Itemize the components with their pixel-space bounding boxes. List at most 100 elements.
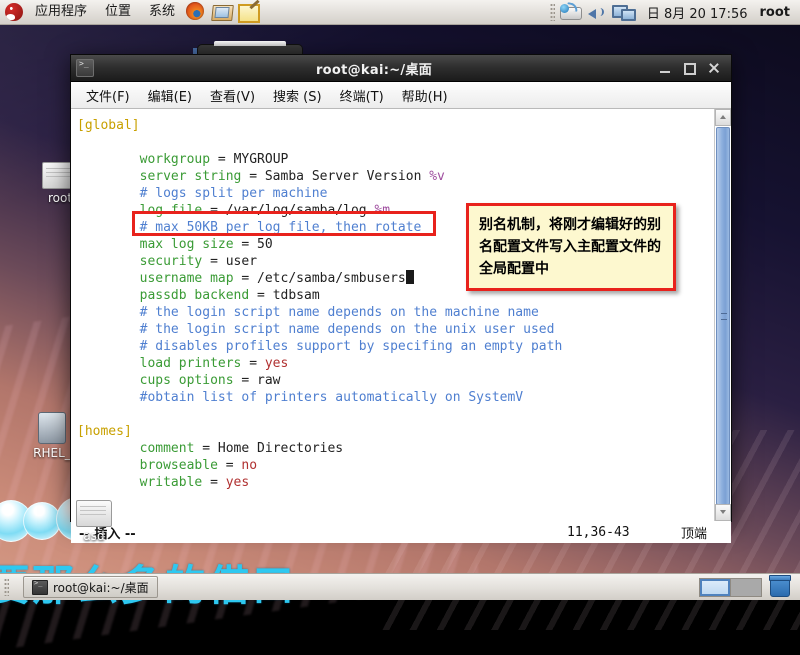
editor-line: # disables profiles support by specifing… — [77, 338, 714, 355]
editor-line — [77, 134, 714, 151]
workspace-switcher[interactable] — [699, 578, 762, 597]
editor-line: cups options = raw — [77, 372, 714, 389]
window-title-bar[interactable]: root@kai:~/桌面 — [71, 55, 731, 82]
menu-search[interactable]: 搜索 (S) — [264, 84, 331, 107]
vim-cursor-position: 11,36-43 — [567, 525, 630, 540]
editor-token: = — [202, 254, 225, 269]
vim-editor-text[interactable]: [global] workgroup = MYGROUP server stri… — [71, 109, 714, 521]
window-title: root@kai:~/桌面 — [94, 59, 654, 78]
editor-token: # disables profiles support by specifing… — [140, 339, 563, 354]
scroll-down-button[interactable] — [715, 504, 731, 521]
scrollbar-thumb[interactable] — [716, 127, 730, 505]
editor-line: workgroup = MYGROUP — [77, 151, 714, 168]
editor-token: = — [218, 458, 241, 473]
trash-icon[interactable] — [770, 577, 790, 597]
menu-places[interactable]: 位置 — [96, 1, 140, 23]
firefox-icon[interactable] — [186, 2, 208, 22]
panel-drag-handle[interactable] — [550, 3, 555, 21]
editor-token: user — [226, 254, 257, 269]
workspace-2[interactable] — [731, 579, 761, 596]
editor-token: /etc/samba/smbusers — [257, 271, 406, 286]
editor-token: # max 50KB per log file, then rotate — [140, 220, 422, 235]
text-cursor — [406, 270, 414, 284]
close-button[interactable] — [708, 63, 719, 74]
desktop-icon-label: root — [48, 191, 72, 205]
menu-bar: 文件(F) 编辑(E) 查看(V) 搜索 (S) 终端(T) 帮助(H) — [71, 82, 731, 109]
editor-line: load printers = yes — [77, 355, 714, 372]
scroll-up-button[interactable] — [715, 109, 731, 126]
user-menu[interactable]: root — [758, 5, 800, 20]
editor-token: log file — [140, 203, 203, 218]
editor-line: [homes] — [77, 423, 714, 440]
editor-token: = — [249, 288, 272, 303]
editor-token: writable — [140, 475, 203, 490]
editor-line — [77, 406, 714, 423]
terminal-icon — [32, 580, 48, 595]
editor-token: tdbsam — [273, 288, 320, 303]
editor-token: Samba Server Version — [265, 169, 429, 184]
editor-token: max log size — [140, 237, 234, 252]
clock[interactable]: 日 8月 20 17:56 — [637, 3, 758, 22]
taskbar-window-button[interactable]: root@kai:~/桌面 — [23, 576, 158, 598]
folder-icon — [76, 500, 112, 527]
annotation-callout: 别名机制，将刚才编辑好的别名配置文件写入主配置文件的全局配置中 — [466, 203, 676, 291]
editor-token: = — [202, 475, 225, 490]
display-icon[interactable] — [612, 2, 636, 22]
editor-token: %m — [374, 203, 390, 218]
taskbar-window-label: root@kai:~/桌面 — [53, 579, 149, 596]
redhat-logo-icon[interactable] — [5, 3, 23, 21]
editor-token: raw — [257, 373, 280, 388]
editor-token: = — [241, 169, 264, 184]
drive-icon — [38, 412, 66, 444]
maximize-button[interactable] — [684, 63, 695, 74]
help-envelope-icon[interactable] — [212, 2, 234, 22]
editor-token: #obtain list of printers automatically o… — [140, 390, 524, 405]
editor-token: [homes] — [77, 424, 132, 439]
desktop-icon-label: RHEL_ — [33, 446, 71, 460]
menu-terminal[interactable]: 终端(T) — [331, 84, 393, 107]
editor-token: = — [234, 271, 257, 286]
desktop-icon-label: asd — [83, 529, 104, 543]
editor-token: yes — [265, 356, 288, 371]
workspace-1[interactable] — [700, 579, 731, 596]
network-icon[interactable] — [560, 2, 584, 22]
editor-token: workgroup — [140, 152, 210, 167]
editor-token: comment — [140, 441, 195, 456]
top-panel: 应用程序 位置 系统 日 8月 20 17:56 root — [0, 0, 800, 25]
taskbar-drag-handle[interactable] — [4, 578, 9, 596]
terminal-body: [global] workgroup = MYGROUP server stri… — [71, 109, 731, 521]
editor-token: browseable — [140, 458, 218, 473]
menu-help[interactable]: 帮助(H) — [393, 84, 457, 107]
vim-status-bar: -- 插入 -- 11,36-43 顶端 — [71, 521, 731, 543]
terminal-icon — [76, 59, 94, 77]
text-editor-icon[interactable] — [238, 2, 260, 22]
editor-token: load printers — [140, 356, 242, 371]
editor-token: passdb backend — [140, 288, 250, 303]
editor-token: %v — [429, 169, 445, 184]
terminal-scrollbar[interactable] — [714, 109, 731, 521]
editor-line: [global] — [77, 117, 714, 134]
menu-edit[interactable]: 编辑(E) — [139, 84, 201, 107]
menu-applications[interactable]: 应用程序 — [26, 1, 96, 23]
editor-token: # logs split per machine — [140, 186, 328, 201]
minimize-button[interactable] — [660, 63, 671, 74]
volume-icon[interactable] — [586, 2, 610, 22]
editor-line: # logs split per machine — [77, 185, 714, 202]
vim-scroll-indicator: 顶端 — [681, 523, 707, 542]
scrollbar-track[interactable] — [715, 126, 731, 504]
editor-token: # the login script name depends on the m… — [140, 305, 539, 320]
bottom-panel: root@kai:~/桌面 — [0, 573, 800, 600]
menu-view[interactable]: 查看(V) — [201, 84, 264, 107]
editor-token: = — [234, 373, 257, 388]
desktop-icon-asd[interactable]: asd — [56, 500, 132, 543]
editor-token: = — [210, 152, 233, 167]
editor-token: Home Directories — [218, 441, 343, 456]
editor-token: MYGROUP — [234, 152, 289, 167]
editor-token: [global] — [77, 118, 140, 133]
editor-token: no — [241, 458, 257, 473]
menu-file[interactable]: 文件(F) — [77, 84, 139, 107]
editor-token: server string — [140, 169, 242, 184]
editor-line: #obtain list of printers automatically o… — [77, 389, 714, 406]
editor-line: browseable = no — [77, 457, 714, 474]
menu-system[interactable]: 系统 — [140, 1, 184, 23]
